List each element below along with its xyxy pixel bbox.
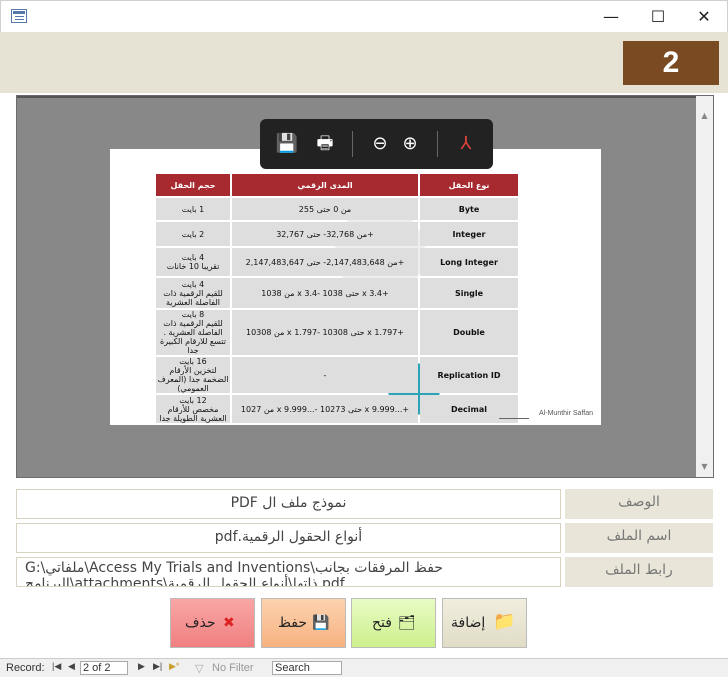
table-row: Byte من 0 حتى 255 1 بايت	[156, 198, 518, 220]
form-header	[0, 32, 728, 93]
description-row: نموذج ملف ال PDF الوصف	[16, 489, 713, 521]
table-row: Decimal من 1027 x 9.999...- حتى 10273 x …	[156, 395, 518, 423]
prev-record-icon[interactable]: ◀	[68, 661, 75, 672]
viewer-scrollbar[interactable]: ▲ ▼	[696, 96, 713, 477]
field-range-cell: من 1027 x 9.999...- حتى 10273 x 9.999...…	[232, 395, 418, 423]
first-record-icon[interactable]: |◀	[52, 661, 61, 672]
field-type-cell: Replication ID	[420, 357, 518, 393]
filter-icon: ▽	[195, 663, 204, 675]
field-range-cell: -	[232, 357, 418, 393]
field-type-cell: Single	[420, 278, 518, 308]
field-type-cell: Double	[420, 310, 518, 355]
pdf-toolbar: 💾 🖶 ⊖ ⊕ ⅄	[260, 119, 493, 169]
field-size-cell: 4 بايت تقريبا 10 خانات	[156, 248, 230, 276]
field-range-cell: من 10308 x 1.797- حتى 10308 x 1.797+	[232, 310, 418, 355]
filename-label: اسم الملف	[565, 523, 713, 553]
acrobat-icon[interactable]: ⅄	[453, 131, 479, 157]
table-row: Single من 1038 x 3.4- حتى 1038 x 3.4+ 4 …	[156, 278, 518, 308]
field-size-cell: 16 بايت لتخزين الأرقام الضخمة جدا (المعر…	[156, 357, 230, 393]
description-field[interactable]: نموذج ملف ال PDF	[16, 489, 561, 519]
save-icon[interactable]: 💾	[274, 131, 300, 157]
next-record-icon[interactable]: ▶	[138, 661, 145, 672]
filepath-label: رابط الملف	[565, 557, 713, 587]
field-type-cell: Byte	[420, 198, 518, 220]
field-range-cell: من 2,147,483,648- حتى 2,147,483,647+	[232, 248, 418, 276]
toolbar-divider	[437, 131, 438, 157]
add-label: إضافة	[451, 615, 486, 631]
print-icon[interactable]: 🖶	[312, 131, 338, 157]
record-number-badge: 2	[623, 41, 719, 85]
open-label: فتح	[372, 615, 392, 631]
field-size-cell: 1 بايت	[156, 198, 230, 220]
field-range-cell: من 1038 x 3.4- حتى 1038 x 3.4+	[232, 278, 418, 308]
delete-button[interactable]: حذف ✖	[170, 598, 255, 648]
add-button[interactable]: إضافة 📁	[442, 598, 527, 648]
delete-x-icon: ✖	[223, 615, 235, 631]
delete-label: حذف	[185, 615, 216, 631]
title-bar: — ☐ ✕	[0, 0, 728, 32]
close-window-button[interactable]: ✕	[681, 1, 727, 33]
field-size-cell: 8 بايت للقيم الرقمية ذات الفاصلة العشرية…	[156, 310, 230, 355]
filepath-field[interactable]: G:\ملفاتي\Access My Trials and Invention…	[16, 557, 561, 587]
open-button[interactable]: فتح 🗂	[351, 598, 436, 648]
save-label: حفظ	[278, 615, 308, 631]
maximize-button[interactable]: ☐	[635, 1, 681, 33]
field-size-cell: 2 بايت	[156, 222, 230, 246]
zoom-out-icon[interactable]: ⊖	[367, 131, 393, 157]
table-row: Integer من 32,768- حتى 32,767+ 2 بايت	[156, 222, 518, 246]
record-label: Record:	[6, 662, 45, 674]
new-record-icon[interactable]: ▶*	[169, 661, 179, 672]
table-header-type: نوع الحقل	[420, 174, 518, 196]
field-type-cell: Integer	[420, 222, 518, 246]
viewer-top-border	[17, 96, 697, 98]
minimize-button[interactable]: —	[588, 1, 634, 33]
add-folder-icon: 📁	[493, 611, 516, 632]
filename-field[interactable]: أنواع الحقول الرقمية.pdf	[16, 523, 561, 553]
field-range-cell: من 0 حتى 255	[232, 198, 418, 220]
filename-row: أنواع الحقول الرقمية.pdf اسم الملف	[16, 523, 713, 555]
filter-status[interactable]: No Filter	[212, 662, 254, 674]
save-button[interactable]: حفظ 💾	[261, 598, 346, 648]
table-row: Double من 10308 x 1.797- حتى 10308 x 1.7…	[156, 310, 518, 355]
filepath-row: G:\ملفاتي\Access My Trials and Invention…	[16, 557, 713, 589]
table-header-range: المدى الرقمي	[232, 174, 418, 196]
table-row: Long Integer من 2,147,483,648- حتى 2,147…	[156, 248, 518, 276]
toolbar-divider	[352, 131, 353, 157]
search-input[interactable]: Search	[272, 661, 342, 675]
floppy-icon: 💾	[312, 615, 330, 631]
field-range-cell: من 32,768- حتى 32,767+	[232, 222, 418, 246]
last-record-icon[interactable]: ▶|	[153, 661, 162, 672]
pdf-page: نوع الحقل المدى الرقمي حجم الحقل Byte من…	[110, 149, 601, 425]
field-size-cell: 4 بايت للقيم الرقمية ذات الفاصلة العشرية	[156, 278, 230, 308]
field-type-cell: Long Integer	[420, 248, 518, 276]
author-credit: Al-Munthir Saffan	[539, 410, 593, 417]
app-form-icon[interactable]	[11, 9, 27, 23]
scroll-up-icon[interactable]: ▲	[696, 108, 713, 124]
description-label: الوصف	[565, 489, 713, 519]
record-navigation-bar: Record: |◀ ◀ 2 of 2 ▶ ▶| ▶* ▽ No Filter …	[0, 658, 728, 677]
scroll-down-icon[interactable]: ▼	[696, 459, 713, 475]
current-record-input[interactable]: 2 of 2	[80, 661, 128, 675]
field-size-cell: 12 بايت مخصص للأرقام العشرية الطويلة جدا	[156, 395, 230, 423]
numeric-fields-table: نوع الحقل المدى الرقمي حجم الحقل Byte من…	[154, 172, 520, 425]
signature-logo	[499, 409, 529, 419]
table-header-size: حجم الحقل	[156, 174, 230, 196]
open-document-icon: 🗂	[398, 615, 416, 631]
table-row: Replication ID - 16 بايت لتخزين الأرقام …	[156, 357, 518, 393]
zoom-in-icon[interactable]: ⊕	[397, 131, 423, 157]
